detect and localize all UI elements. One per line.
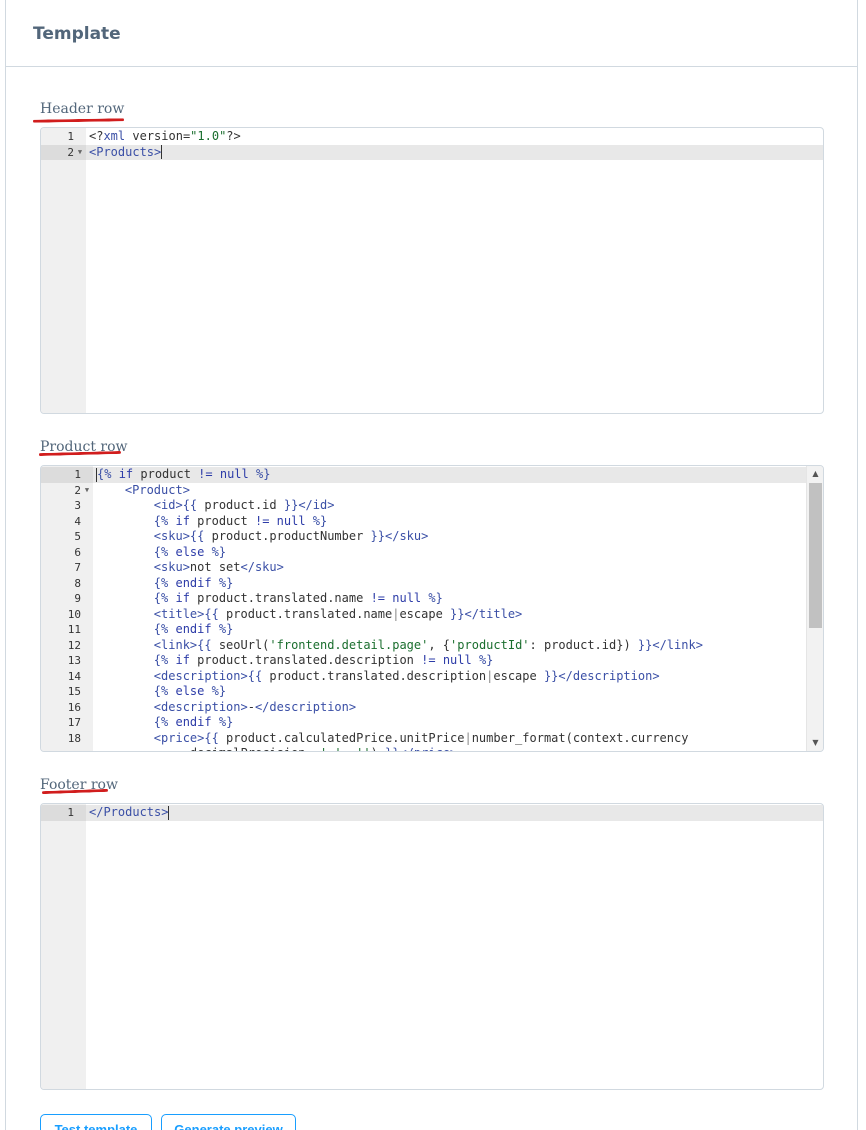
code-line[interactable]: {% else %} [93,684,806,700]
header-row-editor[interactable]: 1 2 ▼ <?xml version="1.0"?> <Products> [40,127,824,414]
code-line[interactable]: <description>-</description> [93,700,806,716]
line-number [41,746,93,751]
line-number: 18 [67,731,81,745]
code-line[interactable]: {% endif %} [93,715,806,731]
generate-preview-button[interactable]: Generate preview [161,1114,296,1130]
code-line[interactable]: .decimalPrecision, '.', '') }}</price> [93,746,806,751]
code-line[interactable]: <price>{{ product.calculatedPrice.unitPr… [93,731,806,747]
header-row-gutter: 1 2 ▼ [41,128,86,413]
fold-toggle-icon[interactable]: ▼ [74,145,86,161]
header-row-code[interactable]: <?xml version="1.0"?> <Products> [86,128,823,413]
line-number: 12 [67,638,81,652]
test-template-button[interactable]: Test template [40,1114,152,1130]
code-line[interactable]: <Products> [86,144,823,160]
footer-row-code[interactable]: </Products> [86,804,823,1089]
scroll-thumb[interactable] [809,483,822,628]
code-line[interactable]: <id>{{ product.id }}</id> [93,498,806,514]
code-line[interactable]: {% endif %} [93,576,806,592]
line-number: 11 [67,623,81,636]
card-title: Template [33,24,121,44]
line-number: 8 [74,576,81,590]
line-number: 1 [41,805,86,821]
scroll-up-icon[interactable]: ▲ [807,467,823,481]
line-number: 4 [74,514,81,528]
fold-toggle-icon[interactable]: ▼ [81,483,93,499]
line-number: 10 [67,607,81,621]
line-number: 3 [74,499,81,512]
code-line[interactable]: <description>{{ product.translated.descr… [93,669,806,685]
header-row-label: Header row [40,101,125,117]
scroll-down-icon[interactable]: ▼ [807,736,823,750]
product-row-scrollbar[interactable]: ▲ ▼ [806,466,823,751]
line-number: 14 [67,669,81,683]
line-number: 17 [67,716,81,729]
code-line[interactable]: <sku>{{ product.productNumber }}</sku> [93,529,806,545]
line-number: 2 ▼ [41,483,93,499]
code-line[interactable]: <sku>not set</sku> [93,560,806,576]
footer-row-gutter: 1 [41,804,86,1089]
code-line[interactable]: <Product> [93,483,806,499]
line-number: 7 [74,561,81,574]
code-line[interactable]: {% if product != null %} [93,467,806,483]
line-number: 1 [67,130,74,143]
code-line[interactable]: <title>{{ product.translated.name|escape… [93,607,806,623]
card-header: Template [5,0,858,67]
line-number: 5 [74,530,81,543]
product-row-editor[interactable]: 1 2 ▼ 3 4 5 6 7 8 9 10 11 12 13 14 15 16 17 18 {% if produ… [40,465,824,752]
product-row-gutter: 1 2 ▼ 3 4 5 6 7 8 9 10 11 12 13 14 15 16 17 18 [41,466,93,751]
product-row-code[interactable]: {% if product != null %} <Product> <id>{… [93,466,806,751]
code-line[interactable]: {% if product.translated.description != … [93,653,806,669]
code-line[interactable]: {% if product != null %} [93,514,806,530]
line-number: 2 ▼ [41,144,86,161]
code-line[interactable]: <?xml version="1.0"?> [86,129,823,145]
line-number: 16 [67,700,81,714]
line-number: 9 [74,592,81,605]
code-line[interactable]: </Products> [86,805,823,821]
code-line[interactable]: {% else %} [93,545,806,561]
line-number: 6 [74,545,81,559]
code-line[interactable]: {% endif %} [93,622,806,638]
line-number: 1 [41,467,93,483]
line-number: 15 [67,685,81,698]
footer-row-editor[interactable]: 1 </Products> [40,803,824,1090]
code-line[interactable]: {% if product.translated.name != null %} [93,591,806,607]
line-number: 13 [67,654,81,667]
code-line[interactable]: <link>{{ seoUrl('frontend.detail.page', … [93,638,806,654]
